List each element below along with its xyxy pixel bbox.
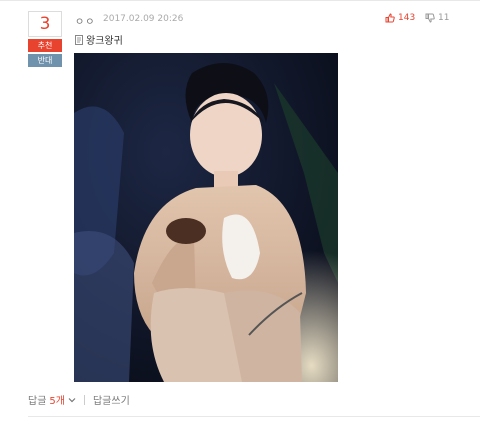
bottom-divider <box>28 416 480 417</box>
top-divider <box>0 0 480 1</box>
like-count: 143 <box>398 13 416 23</box>
like-stat[interactable]: 143 <box>385 13 415 23</box>
footer-separator <box>83 394 85 405</box>
reply-count[interactable]: 5개 <box>49 392 65 407</box>
downvote-button[interactable]: 반대 <box>28 54 62 67</box>
post-footer: 답글 5개 답글쓰기 <box>28 392 130 407</box>
post-title: 왕크왕귀 <box>86 36 123 47</box>
reply-label[interactable]: 답글 <box>28 392 46 407</box>
dislike-stat[interactable]: 11 <box>425 13 449 23</box>
thumbs-up-icon <box>385 13 395 23</box>
post-title-row[interactable]: 왕크왕귀 <box>75 32 123 47</box>
upvote-button[interactable]: 추천 <box>28 39 62 52</box>
author-name[interactable]: ㅇㅇ <box>75 13 95 28</box>
chevron-down-icon[interactable] <box>68 397 76 403</box>
rank-number: 3 <box>28 11 62 37</box>
dislike-count: 11 <box>438 13 450 23</box>
write-reply-button[interactable]: 답글쓰기 <box>93 392 130 407</box>
thumbs-down-icon <box>425 13 435 23</box>
post-date: 2017.02.09 20:26 <box>103 14 184 24</box>
document-icon <box>75 34 83 45</box>
post-photo <box>74 53 338 382</box>
